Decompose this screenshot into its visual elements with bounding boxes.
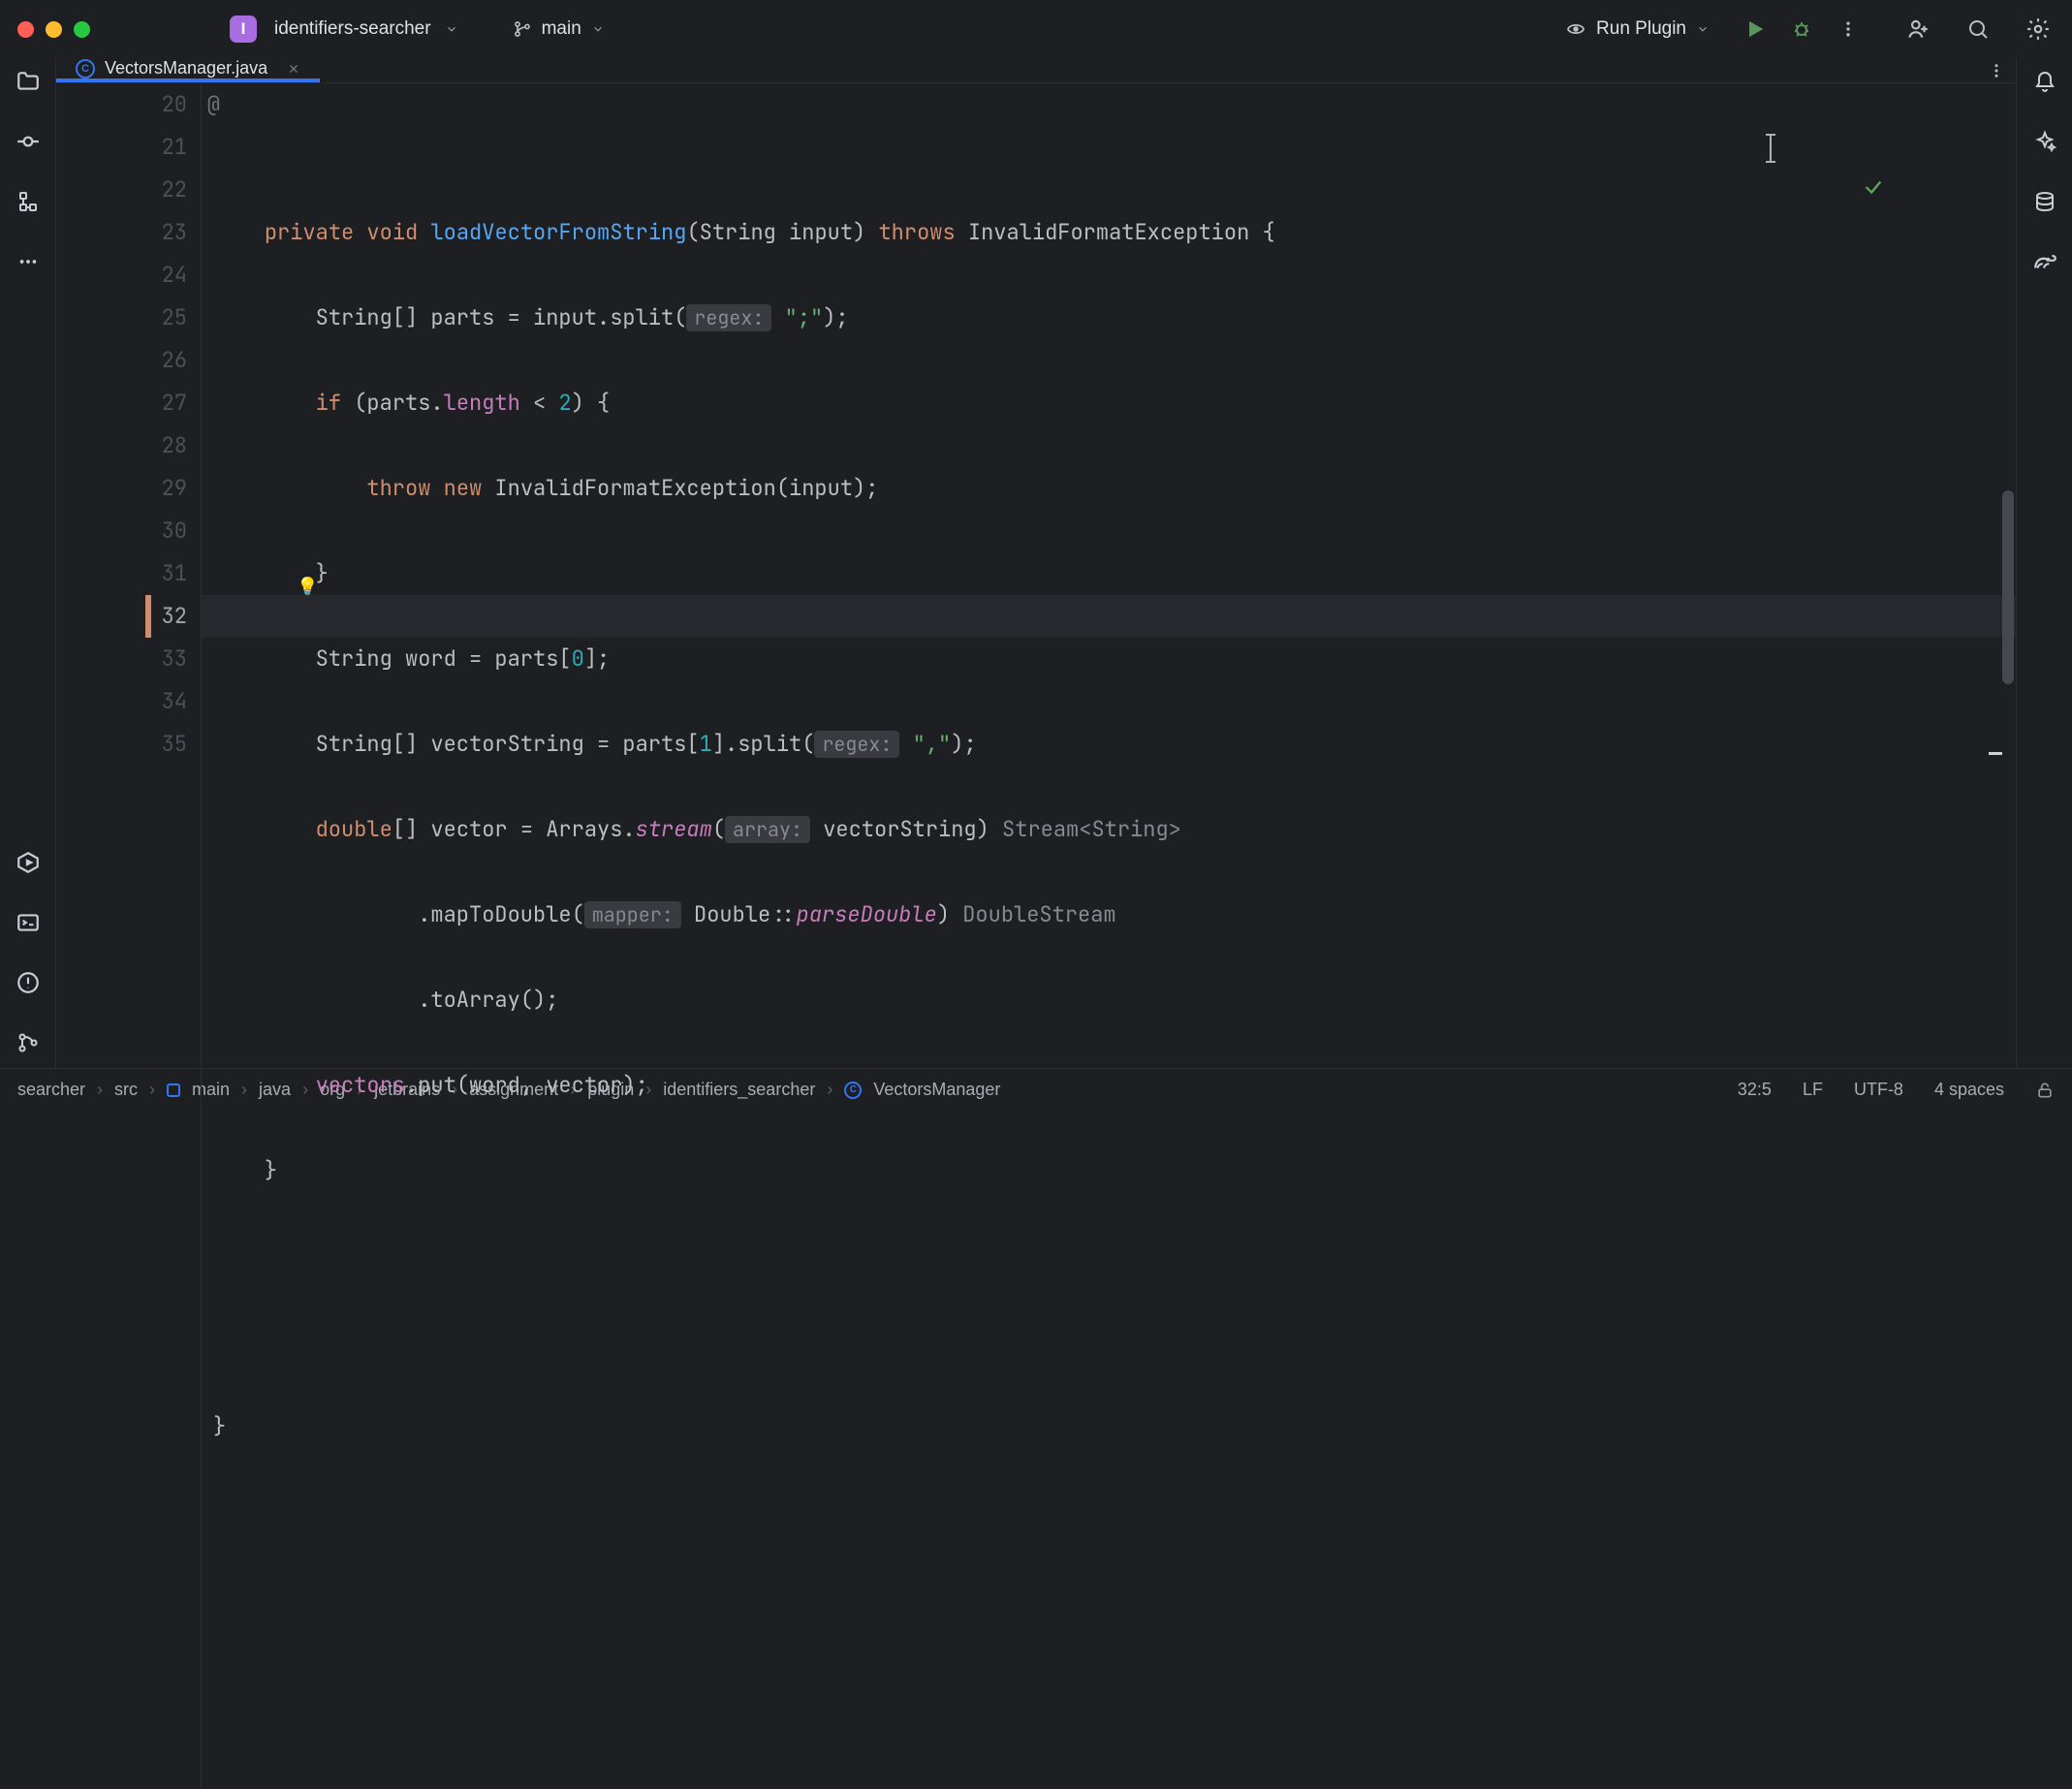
- run-button[interactable]: [1739, 13, 1772, 46]
- minimize-icon[interactable]: [46, 21, 62, 38]
- tab-more-icon[interactable]: [1977, 58, 2016, 82]
- commit-tool-icon[interactable]: [15, 128, 42, 155]
- database-tool-icon[interactable]: [2031, 188, 2058, 215]
- tab-filename: VectorsManager.java: [105, 58, 267, 78]
- gradle-tool-icon[interactable]: [2031, 248, 2058, 275]
- debug-button[interactable]: [1785, 13, 1818, 46]
- text-caret-icon: [1770, 134, 1772, 163]
- ai-assistant-tool-icon[interactable]: [2031, 128, 2058, 155]
- more-actions-button[interactable]: [1832, 13, 1865, 46]
- readonly-lock-icon[interactable]: [2035, 1081, 2055, 1100]
- code-with-me-button[interactable]: [1901, 13, 1934, 46]
- run-config-icon: [1565, 18, 1586, 40]
- caret-line-marker: [145, 595, 151, 638]
- chevron-down-icon[interactable]: [445, 22, 458, 36]
- search-button[interactable]: [1962, 13, 1994, 46]
- current-line-highlight: [202, 595, 2016, 638]
- branch-icon: [513, 19, 532, 39]
- close-icon[interactable]: [17, 21, 34, 38]
- services-tool-icon[interactable]: [15, 849, 42, 876]
- left-toolwindow-strip: [0, 58, 56, 1068]
- terminal-tool-icon[interactable]: [15, 909, 42, 936]
- project-tool-icon[interactable]: [15, 68, 42, 95]
- code-area[interactable]: private void loadVectorFromString(String…: [202, 83, 2016, 1789]
- window-controls: [17, 21, 90, 38]
- editor-tab[interactable]: C VectorsManager.java: [56, 58, 320, 82]
- java-class-icon: C: [76, 59, 95, 78]
- inspection-ok-icon[interactable]: [1863, 91, 2002, 283]
- project-badge[interactable]: I: [230, 16, 257, 43]
- settings-button[interactable]: [2022, 13, 2055, 46]
- project-name[interactable]: identifiers-searcher: [274, 18, 431, 40]
- problems-tool-icon[interactable]: [15, 969, 42, 996]
- notifications-tool-icon[interactable]: [2031, 68, 2058, 95]
- maximize-icon[interactable]: [74, 21, 90, 38]
- editor-tabs: C VectorsManager.java: [56, 58, 2016, 83]
- right-toolwindow-strip: [2016, 58, 2072, 1068]
- structure-tool-icon[interactable]: [15, 188, 42, 215]
- intention-bulb-icon[interactable]: 💡: [297, 566, 318, 609]
- chevron-down-icon: [591, 22, 605, 36]
- close-tab-icon[interactable]: [287, 62, 300, 76]
- caret-position-marker: [1989, 752, 2002, 755]
- run-config-selector[interactable]: Run Plugin: [1565, 18, 1710, 40]
- branch-name: main: [542, 18, 581, 40]
- vcs-branch-widget[interactable]: main: [513, 18, 605, 40]
- titlebar: I identifiers-searcher main Run Plugin: [0, 0, 2072, 58]
- git-tool-icon[interactable]: [15, 1029, 42, 1056]
- chevron-down-icon: [1696, 22, 1710, 36]
- scrollbar-thumb[interactable]: [2002, 490, 2014, 684]
- gutter[interactable]: 20@ 21 22 23 24 25 26 27 28 29 30 31 32 …: [56, 83, 202, 1789]
- more-tools-icon[interactable]: [15, 248, 42, 275]
- code-editor[interactable]: 20@ 21 22 23 24 25 26 27 28 29 30 31 32 …: [56, 83, 2016, 1789]
- run-config-name: Run Plugin: [1596, 18, 1686, 40]
